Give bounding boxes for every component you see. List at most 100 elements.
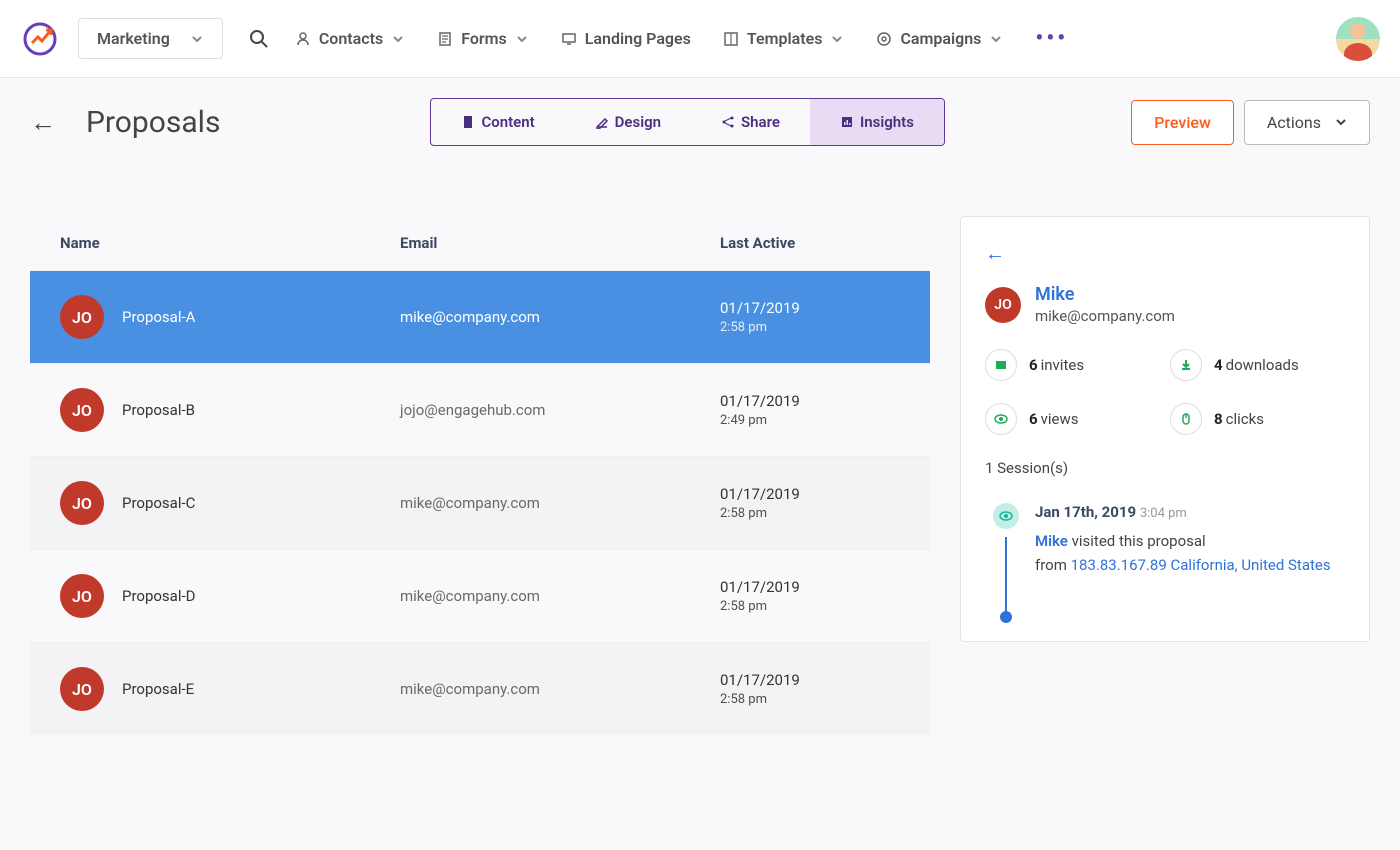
stat-views: 6views [985,403,1160,435]
table-row[interactable]: JO Proposal-A mike@company.com 01/17/201… [30,270,930,363]
nav-label: Landing Pages [585,29,691,48]
tab-share[interactable]: Share [691,99,810,145]
row-date: 01/17/2019 [720,485,900,503]
download-icon [1170,349,1202,381]
row-name: Proposal-B [122,401,400,419]
eye-icon [985,403,1017,435]
proposals-table: Name Email Last Active JO Proposal-A mik… [30,216,930,735]
tab-label: Share [741,113,780,131]
pencil-icon [595,115,609,129]
preview-button[interactable]: Preview [1131,100,1234,145]
tabbar: Content Design Share Insights [430,98,944,146]
timeline-from: from [1035,556,1067,574]
mouse-icon [1170,403,1202,435]
page-title: Proposals [86,105,220,140]
search-button[interactable] [241,21,277,57]
back-button[interactable]: ← [30,107,56,138]
row-name: Proposal-D [122,587,400,605]
nav-landing-pages[interactable]: Landing Pages [561,29,691,48]
row-last: 01/17/2019 2:58 pm [720,671,900,707]
arrow-left-icon: ← [30,108,56,138]
chevron-down-icon [391,32,405,46]
monitor-icon [561,31,577,47]
tab-label: Insights [860,113,914,131]
stat-clicks: 8clicks [1170,403,1345,435]
user-avatar[interactable] [1336,17,1380,61]
search-icon [248,28,270,50]
tab-label: Design [615,113,661,131]
more-menu[interactable]: ••• [1035,26,1068,51]
detail-header: JO Mike mike@company.com [985,284,1345,325]
main-nav: Contacts Forms Landing Pages Templates C… [295,26,1068,51]
col-header-name: Name [60,234,400,252]
table-row[interactable]: JO Proposal-E mike@company.com 01/17/201… [30,642,930,735]
nav-label: Forms [461,29,507,48]
module-selector[interactable]: Marketing [78,18,223,59]
row-email: mike@company.com [400,680,720,698]
app-logo[interactable] [20,19,60,59]
nav-label: Contacts [319,29,383,48]
contact-icon [295,31,311,47]
table-header: Name Email Last Active [30,216,930,270]
tab-design[interactable]: Design [565,99,691,145]
nav-templates[interactable]: Templates [723,29,845,48]
row-time: 2:58 pm [720,599,900,614]
content: Name Email Last Active JO Proposal-A mik… [0,146,1400,735]
row-time: 2:49 pm [720,413,900,428]
stat-downloads: 4downloads [1170,349,1345,381]
chevron-down-icon [515,32,529,46]
eye-icon [993,503,1019,529]
chevron-down-icon [190,32,204,46]
col-header-last: Last Active [720,234,900,252]
row-name: Proposal-A [122,308,400,326]
chevron-down-icon [989,32,1003,46]
template-icon [723,31,739,47]
chevron-down-icon [1335,116,1347,128]
module-label: Marketing [97,29,170,48]
share-icon [721,115,735,129]
detail-avatar: JO [985,287,1021,323]
chevron-down-icon [830,32,844,46]
detail-name[interactable]: Mike [1035,284,1175,305]
sessions-count: 1 Session(s) [985,459,1345,477]
row-avatar: JO [60,667,104,711]
table-row[interactable]: JO Proposal-D mike@company.com 01/17/201… [30,549,930,642]
table-row[interactable]: JO Proposal-C mike@company.com 01/17/201… [30,456,930,549]
row-email: mike@company.com [400,308,720,326]
row-email: mike@company.com [400,587,720,605]
row-date: 01/17/2019 [720,578,900,596]
row-last: 01/17/2019 2:58 pm [720,299,900,335]
tab-insights[interactable]: Insights [810,99,944,145]
row-avatar: JO [60,574,104,618]
row-avatar: JO [60,388,104,432]
invite-icon [985,349,1017,381]
row-name: Proposal-C [122,494,400,512]
arrow-left-icon: ← [985,241,1005,265]
row-date: 01/17/2019 [720,392,900,410]
nav-campaigns[interactable]: Campaigns [876,29,1003,48]
table-row[interactable]: JO Proposal-B jojo@engagehub.com 01/17/2… [30,363,930,456]
file-icon [461,115,475,129]
timeline-body: Mike visited this proposal from 183.83.1… [1035,529,1345,617]
actions-label: Actions [1267,113,1321,132]
nav-forms[interactable]: Forms [437,29,529,48]
nav-contacts[interactable]: Contacts [295,29,405,48]
topbar: Marketing Contacts Forms Landing Pages T… [0,0,1400,78]
timeline-time: 3:04 pm [1140,506,1187,521]
timeline-location[interactable]: 183.83.167.89 California, United States [1071,556,1331,574]
tab-label: Content [481,113,534,131]
tab-content[interactable]: Content [431,99,564,145]
row-last: 01/17/2019 2:49 pm [720,392,900,428]
actions-button[interactable]: Actions [1244,100,1370,145]
detail-panel: ← JO Mike mike@company.com 6invites 4dow… [960,216,1370,642]
row-last: 01/17/2019 2:58 pm [720,578,900,614]
timeline-user[interactable]: Mike [1035,532,1068,550]
detail-back-button[interactable]: ← [985,241,1005,266]
nav-label: Campaigns [900,29,981,48]
row-last: 01/17/2019 2:58 pm [720,485,900,521]
chart-icon [840,115,854,129]
col-header-email: Email [400,234,720,252]
nav-label: Templates [747,29,823,48]
row-avatar: JO [60,295,104,339]
row-date: 01/17/2019 [720,299,900,317]
